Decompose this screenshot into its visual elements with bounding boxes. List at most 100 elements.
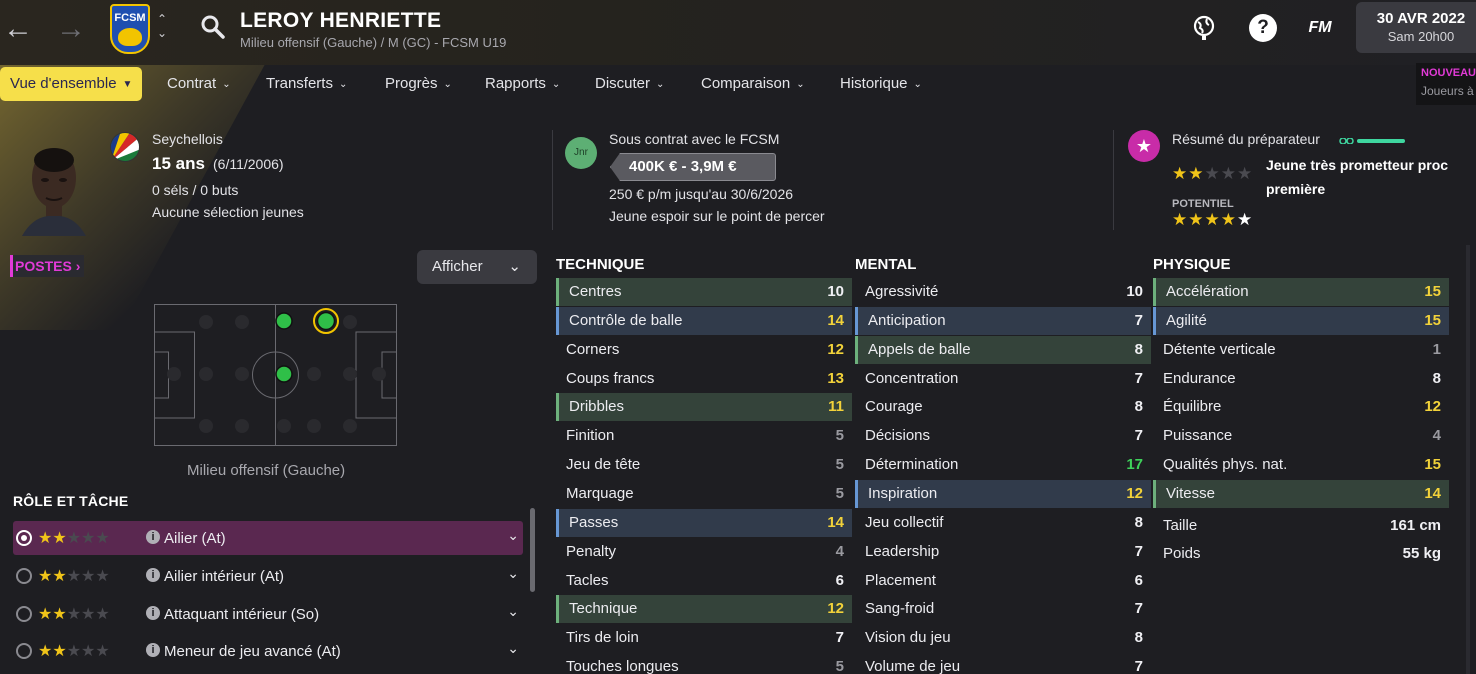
tab-comparison[interactable]: Comparaison ⌄ <box>691 67 815 101</box>
fm-logo-icon[interactable]: FM <box>1306 14 1334 42</box>
back-arrow-icon[interactable]: ← <box>3 14 33 44</box>
chevron-down-icon[interactable]: ⌄ <box>507 527 519 544</box>
attribute-row[interactable]: Appels de balle 8 <box>855 335 1151 364</box>
attribute-name: Marquage <box>566 484 634 502</box>
info-icon[interactable]: i <box>146 606 160 620</box>
attribute-row[interactable]: Agilité 15 <box>1153 306 1449 335</box>
attribute-row[interactable]: Dribbles 11 <box>556 393 852 422</box>
nationality[interactable]: Seychellois <box>152 131 223 147</box>
attribute-row[interactable]: Jeu de tête 5 <box>556 451 852 479</box>
star-icon: ★ <box>1220 164 1237 183</box>
info-icon[interactable]: i <box>146 530 160 544</box>
attribute-row[interactable]: Tirs de loin 7 <box>556 624 852 652</box>
attribute-row[interactable]: Centres 10 <box>556 278 852 306</box>
attribute-row[interactable]: Concentration 7 <box>855 365 1151 393</box>
attribute-row[interactable]: Agressivité 10 <box>855 278 1151 306</box>
chevron-down-icon[interactable]: ⌄ <box>507 565 519 582</box>
attribute-row[interactable]: Inspiration 12 <box>855 479 1151 508</box>
star-icon: ★ <box>1172 210 1189 229</box>
value-range-tag[interactable]: 400K € - 3,9M € <box>610 153 776 181</box>
tab-progress[interactable]: Progrès ⌄ <box>375 67 462 101</box>
attribute-row[interactable]: Leadership 7 <box>855 538 1151 566</box>
chevron-down-icon[interactable]: ⌄ <box>507 640 519 657</box>
club-crest-text: FCSM <box>114 12 146 24</box>
attribute-row[interactable]: Corners 12 <box>556 336 852 364</box>
player-subtitle[interactable]: Milieu offensif (Gauche) / M (GC) - FCSM… <box>240 35 506 50</box>
attribute-name: Passes <box>569 513 619 531</box>
attribute-row[interactable]: Accélération 15 <box>1153 278 1449 306</box>
chevron-up-icon[interactable]: ⌃ <box>157 12 167 26</box>
attribute-row[interactable]: Détermination 17 <box>855 451 1151 479</box>
tab-discuss[interactable]: Discuter ⌄ <box>585 67 674 101</box>
display-dropdown[interactable]: Afficher ⌄ <box>417 250 537 284</box>
measure-name: Taille <box>1163 516 1198 534</box>
attribute-name: Endurance <box>1163 369 1236 387</box>
tab-reports[interactable]: Rapports ⌄ <box>475 67 570 101</box>
attribute-row[interactable]: Contrôle de balle 14 <box>556 306 852 335</box>
attribute-row[interactable]: Anticipation 7 <box>855 306 1151 335</box>
club-crest-logo[interactable]: FCSM <box>110 4 150 54</box>
chevron-down-icon[interactable]: ⌄ <box>507 603 519 620</box>
attribute-value: 8 <box>1432 369 1441 387</box>
attribute-row[interactable]: Marquage 5 <box>556 480 852 508</box>
attribute-row[interactable]: Finition 5 <box>556 422 852 450</box>
info-icon[interactable]: i <box>146 643 160 657</box>
attribute-row[interactable]: Coups francs 13 <box>556 365 852 393</box>
attribute-row[interactable]: Volume de jeu 7 <box>855 653 1151 674</box>
tab-label: Rapports <box>485 75 546 92</box>
attribute-row[interactable]: Endurance 8 <box>1153 365 1449 393</box>
tab-overview[interactable]: Vue d'ensemble ▼ <box>0 67 143 101</box>
attribute-row[interactable]: Jeu collectif 8 <box>855 509 1151 537</box>
up-down-switch[interactable]: ⌃ ⌄ <box>157 12 167 40</box>
info-icon[interactable]: i <box>146 568 160 582</box>
tab-contract[interactable]: Contrat ⌄ <box>157 67 241 101</box>
star-icon: ★ <box>1204 164 1221 183</box>
attribute-value: 6 <box>1134 571 1143 589</box>
attribute-row[interactable]: Passes 14 <box>556 508 852 537</box>
attribute-name: Technique <box>569 600 638 618</box>
technique-column: TECHNIQUE Centres 10 Contrôle de balle 14 Co… <box>556 240 852 674</box>
attribute-row[interactable]: Courage 8 <box>855 393 1151 421</box>
attribute-row[interactable]: Technique 12 <box>556 595 852 624</box>
attribute-row[interactable]: Puissance 4 <box>1153 422 1449 450</box>
new-notification-badge[interactable]: NOUVEAU Joueurs à <box>1416 63 1476 105</box>
attribute-row[interactable]: Décisions 7 <box>855 422 1151 450</box>
forward-arrow-icon[interactable]: → <box>56 14 86 44</box>
attribute-value: 7 <box>1134 658 1143 674</box>
globe-icon[interactable] <box>1190 14 1218 42</box>
attribute-row[interactable]: Vision du jeu 8 <box>855 624 1151 652</box>
attribute-row[interactable]: Sang-froid 7 <box>855 595 1151 623</box>
tab-label: Transferts <box>266 75 333 92</box>
attribute-value: 5 <box>835 658 844 674</box>
role-row[interactable]: ★★★★★ i Ailier intérieur (At) ⌄ <box>13 559 523 593</box>
attribute-row[interactable]: Vitesse 14 <box>1153 479 1449 508</box>
attribute-row[interactable]: Équilibre 12 <box>1153 393 1449 421</box>
tab-history[interactable]: Historique ⌄ <box>830 67 932 101</box>
role-row[interactable]: ★★★★★ i Ailier (At) ⌄ <box>13 521 523 555</box>
scrollbar-thumb[interactable] <box>530 508 535 592</box>
tab-label: Contrat <box>167 75 217 92</box>
attribute-row[interactable]: Tacles 6 <box>556 567 852 595</box>
role-row[interactable]: ★★★★★ i Meneur de jeu avancé (At) ⌄ <box>13 634 523 668</box>
attribute-row[interactable]: Touches longues 5 <box>556 653 852 674</box>
tab-transfers[interactable]: Transferts ⌄ <box>256 67 357 101</box>
date-continue-box[interactable]: 30 AVR 2022 Sam 20h00 <box>1356 2 1476 53</box>
help-icon[interactable]: ? <box>1249 14 1277 42</box>
tab-bar: Vue d'ensemble ▼ Contrat ⌄ Transferts ⌄ Pro… <box>0 65 1476 105</box>
positions-link[interactable]: POSTES › <box>10 255 85 277</box>
pitch-position-map <box>154 304 397 446</box>
potential-stars: ★★★★★ <box>1172 210 1253 230</box>
attribute-row[interactable]: Placement 6 <box>855 567 1151 595</box>
attribute-row[interactable]: Qualités phys. nat. 15 <box>1153 451 1449 479</box>
role-radio[interactable] <box>16 606 32 622</box>
attribute-row[interactable]: Penalty 4 <box>556 538 852 566</box>
role-row[interactable]: ★★★★★ i Attaquant intérieur (So) ⌄ <box>13 597 523 631</box>
attribute-value: 7 <box>1134 542 1143 560</box>
role-radio[interactable] <box>16 568 32 584</box>
role-radio[interactable] <box>16 643 32 659</box>
search-icon[interactable] <box>200 14 226 40</box>
role-name: Meneur de jeu avancé (At) <box>164 643 341 660</box>
attribute-row[interactable]: Détente verticale 1 <box>1153 336 1449 364</box>
chevron-down-icon[interactable]: ⌄ <box>157 26 167 40</box>
role-radio[interactable] <box>16 530 32 546</box>
